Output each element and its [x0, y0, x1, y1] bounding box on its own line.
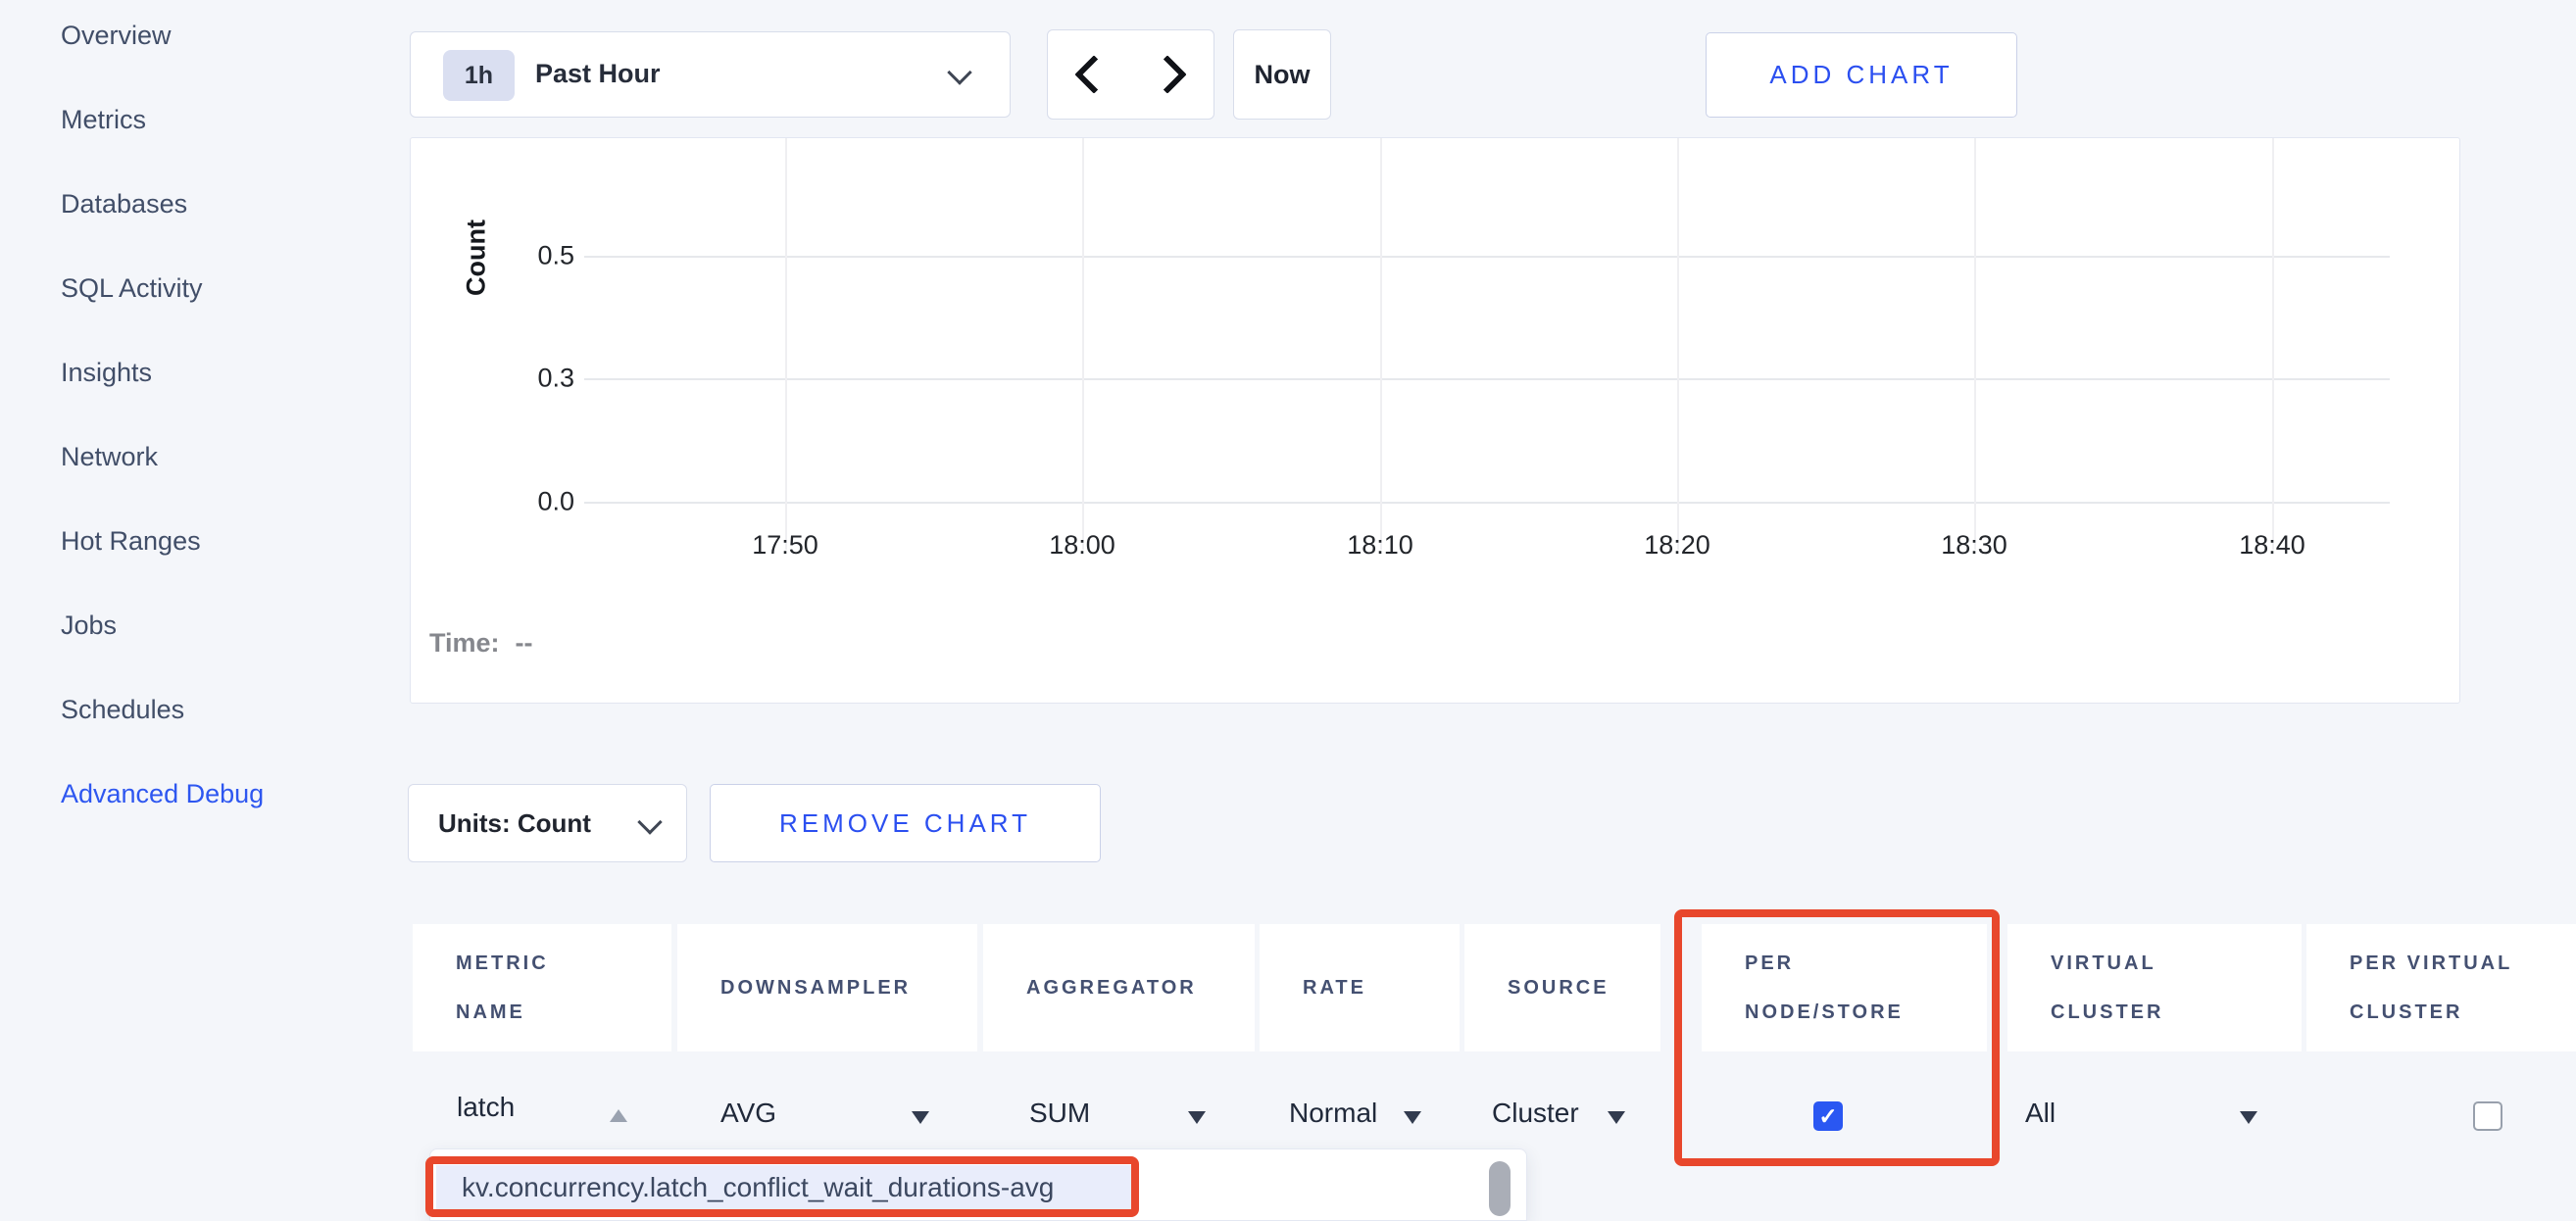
add-chart-button[interactable]: ADD CHART [1706, 32, 2017, 118]
x-tick-label: 18:30 [1941, 530, 2007, 561]
y-tick-label: 0.0 [486, 487, 574, 517]
column-header-metric-name: METRIC NAME [413, 924, 671, 1051]
gridline-v [785, 138, 787, 550]
metric-suggestion-item[interactable]: kv.concurrency.latch_conflict_wait_durat… [436, 1165, 1132, 1210]
time-range-select[interactable]: 1h Past Hour [410, 31, 1011, 118]
sidebar-item-hot-ranges[interactable]: Hot Ranges [61, 499, 394, 583]
sidebar-item-jobs[interactable]: Jobs [61, 583, 394, 667]
caret-down-icon[interactable] [1188, 1111, 1206, 1124]
time-range-badge: 1h [443, 50, 515, 101]
hover-time-readout: Time: -- [429, 628, 533, 659]
time-label: Time: [429, 628, 500, 658]
units-select-value: Units: Count [438, 785, 591, 861]
checkmark-icon: ✓ [1818, 1103, 1837, 1130]
caret-down-icon[interactable] [1404, 1111, 1421, 1124]
chevron-down-icon [947, 60, 971, 84]
chart-panel: Count 0.5 0.3 0.0 17:50 18:00 18:10 18:2… [410, 137, 2460, 704]
gridline-v [1380, 138, 1382, 550]
dropdown-scrollbar[interactable] [1489, 1161, 1511, 1216]
sidebar-nav: Overview Metrics Databases SQL Activity … [61, 0, 394, 836]
chevron-down-icon [637, 809, 662, 834]
metric-suggestion-label: kv.concurrency.latch_conflict_wait_durat… [462, 1172, 1054, 1203]
x-tick-label: 18:10 [1347, 530, 1413, 561]
gridline-v [1677, 138, 1679, 550]
units-select[interactable]: Units: Count [408, 784, 687, 862]
source-select[interactable]: Cluster [1492, 1098, 1579, 1129]
x-tick-label: 18:40 [2239, 530, 2305, 561]
caret-down-icon[interactable] [912, 1111, 929, 1124]
time-next-button[interactable] [1130, 29, 1214, 120]
column-header-per-node-store: PER NODE/STORE [1702, 924, 1987, 1051]
time-value: -- [516, 628, 533, 658]
time-range-value: Past Hour [535, 32, 661, 116]
downsampler-select[interactable]: AVG [720, 1098, 776, 1129]
caret-up-icon [610, 1109, 627, 1122]
gridline-v [1082, 138, 1084, 550]
sidebar-item-databases[interactable]: Databases [61, 162, 394, 246]
chevron-right-icon [1148, 55, 1187, 94]
y-tick-label: 0.3 [486, 364, 574, 394]
remove-chart-button[interactable]: REMOVE CHART [710, 784, 1101, 862]
y-tick-label: 0.5 [486, 241, 574, 271]
caret-down-icon[interactable] [2240, 1111, 2257, 1124]
column-header-virtual-cluster: VIRTUAL CLUSTER [2007, 924, 2302, 1051]
column-header-per-virtual-cluster: PER VIRTUAL CLUSTER [2306, 924, 2576, 1051]
caret-down-icon[interactable] [1608, 1111, 1625, 1124]
time-prev-button[interactable] [1047, 29, 1131, 120]
x-tick-label: 18:00 [1049, 530, 1115, 561]
sidebar-item-network[interactable]: Network [61, 415, 394, 499]
gridline-v [2272, 138, 2274, 550]
now-button[interactable]: Now [1233, 29, 1331, 120]
gridline-h [584, 378, 2390, 380]
metric-suggestions-dropdown: kv.concurrency.latch_conflict_wait_durat… [429, 1148, 1527, 1221]
column-header-aggregator: AGGREGATOR [983, 924, 1255, 1051]
sidebar-item-overview[interactable]: Overview [61, 0, 394, 77]
column-header-source: SOURCE [1464, 924, 1660, 1051]
rate-select[interactable]: Normal [1289, 1098, 1377, 1129]
per-virtual-cluster-checkbox[interactable] [2473, 1101, 2502, 1131]
gridline-h [584, 256, 2390, 258]
per-node-store-checkbox[interactable]: ✓ [1813, 1101, 1843, 1131]
sidebar-item-sql-activity[interactable]: SQL Activity [61, 246, 394, 330]
sidebar-item-schedules[interactable]: Schedules [61, 667, 394, 752]
aggregator-select[interactable]: SUM [1029, 1098, 1090, 1129]
metric-name-input[interactable] [457, 1092, 599, 1123]
sidebar-item-metrics[interactable]: Metrics [61, 77, 394, 162]
sidebar-item-insights[interactable]: Insights [61, 330, 394, 415]
column-header-downsampler: DOWNSAMPLER [677, 924, 977, 1051]
x-tick-label: 17:50 [752, 530, 818, 561]
virtual-cluster-select[interactable]: All [2025, 1098, 2056, 1129]
x-tick-label: 18:20 [1644, 530, 1710, 561]
column-header-rate: RATE [1260, 924, 1460, 1051]
gridline-v [1974, 138, 1976, 550]
sidebar-item-advanced-debug[interactable]: Advanced Debug [61, 752, 394, 836]
gridline-h [584, 502, 2390, 504]
chevron-left-icon [1074, 55, 1114, 94]
